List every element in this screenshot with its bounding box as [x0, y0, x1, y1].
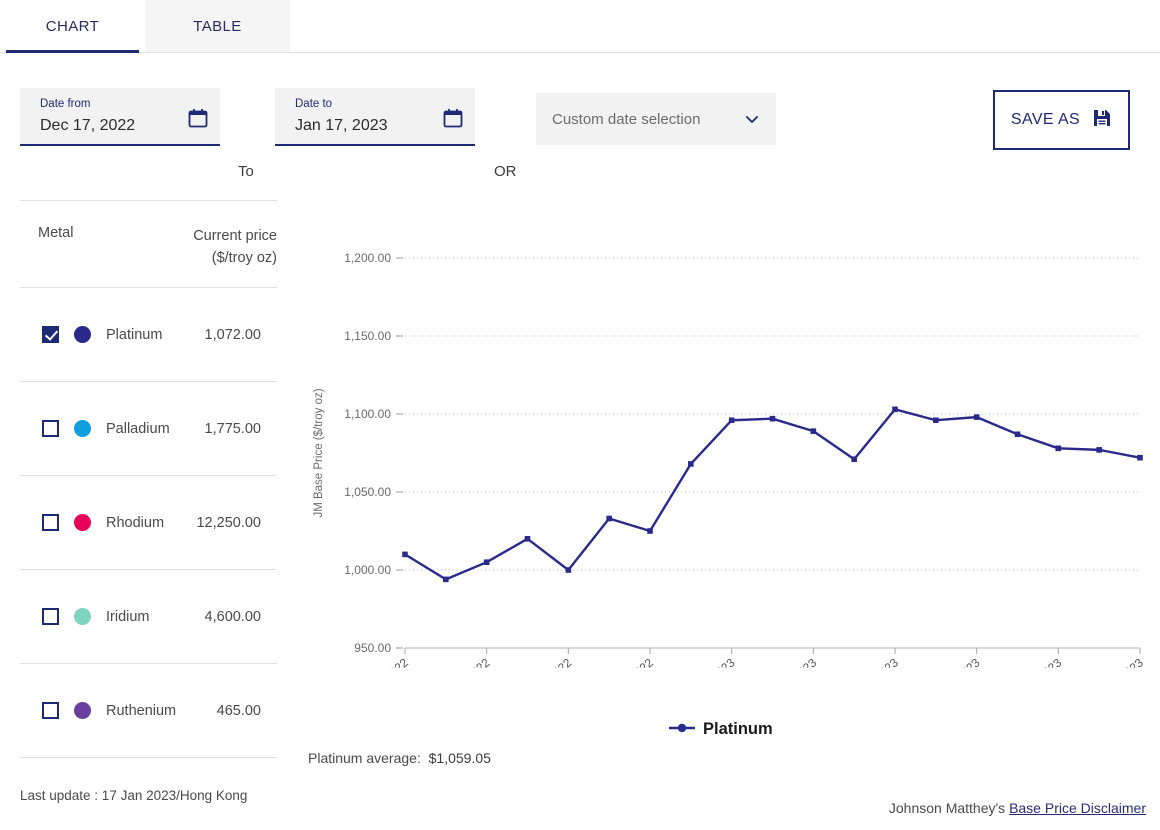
svg-text:9 Jan 2023: 9 Jan 2023	[846, 655, 901, 668]
tab-chart-label: CHART	[46, 18, 99, 35]
svg-text:11 Jan 2023: 11 Jan 2023	[924, 655, 983, 668]
svg-text:3 Jan 2023: 3 Jan 2023	[683, 655, 738, 668]
metal-checkbox-iridium[interactable]	[42, 608, 59, 625]
color-swatch-iridium	[74, 608, 91, 625]
save-as-label: SAVE AS	[1011, 111, 1080, 129]
table-row[interactable]: Platinum 1,072.00	[20, 288, 277, 382]
table-row[interactable]: Ruthenium 465.00	[20, 664, 277, 758]
tab-bar: CHART TABLE	[0, 0, 1160, 53]
metal-checkbox-palladium[interactable]	[42, 420, 59, 437]
svg-text:JM Base Price ($/troy oz): JM Base Price ($/troy oz)	[313, 388, 325, 517]
date-separator-or: OR	[494, 163, 517, 180]
last-update-text: Last update : 17 Jan 2023/Hong Kong	[20, 788, 247, 803]
metal-name: Platinum	[106, 327, 205, 343]
svg-text:950.00: 950.00	[354, 641, 391, 655]
metal-checkbox-rhodium[interactable]	[42, 514, 59, 531]
legend-label-platinum: Platinum	[703, 720, 773, 739]
svg-text:13 Jan 2023: 13 Jan 2023	[1005, 655, 1065, 668]
custom-date-selection-dropdown[interactable]: Custom date selection	[536, 93, 776, 145]
svg-text:23 Dec 2022: 23 Dec 2022	[513, 655, 574, 668]
date-from-field[interactable]: Date from Dec 17, 2022	[20, 88, 220, 146]
tab-chart[interactable]: CHART	[0, 0, 145, 52]
svg-text:1,050.00: 1,050.00	[344, 485, 391, 499]
tab-table[interactable]: TABLE	[145, 0, 290, 52]
average-value: $1,059.05	[429, 750, 491, 766]
table-row[interactable]: Iridium 4,600.00	[20, 570, 277, 664]
table-row[interactable]: Rhodium 12,250.00	[20, 476, 277, 570]
color-swatch-palladium	[74, 420, 91, 437]
color-swatch-ruthenium	[74, 702, 91, 719]
metal-name: Palladium	[106, 421, 205, 437]
metal-table-header: Metal Current price ($/troy oz)	[20, 200, 277, 288]
price-line-chart: 950.00 1,000.00 1,050.00 1,100.00 1,150.00 1,…	[300, 228, 1150, 788]
svg-text:21 Dec 2022: 21 Dec 2022	[431, 655, 492, 668]
metal-price: 12,250.00	[196, 515, 277, 531]
calendar-icon[interactable]	[188, 108, 208, 128]
base-price-disclaimer-link[interactable]: Base Price Disclaimer	[1009, 800, 1146, 816]
svg-text:5 Jan 2023: 5 Jan 2023	[765, 655, 820, 668]
average-label: Platinum average:	[308, 750, 421, 766]
date-to-value: Jan 17, 2023	[295, 113, 463, 139]
svg-text:19 Dec 2022: 19 Dec 2022	[350, 655, 411, 668]
tab-table-label: TABLE	[193, 18, 241, 35]
svg-text:1,100.00: 1,100.00	[344, 407, 391, 421]
date-from-label: Date from	[40, 97, 208, 111]
svg-text:1,000.00: 1,000.00	[344, 563, 391, 577]
disclaimer-prefix: Johnson Matthey's	[889, 800, 1005, 816]
metal-selector-panel: Metal Current price ($/troy oz) Platinum…	[20, 200, 277, 758]
date-separator-to: To	[238, 163, 254, 180]
chevron-down-icon	[744, 111, 760, 127]
svg-text:1,200.00: 1,200.00	[344, 251, 391, 265]
floppy-disk-icon	[1092, 108, 1112, 133]
chart-legend: Platinum	[669, 720, 773, 739]
table-row[interactable]: Palladium 1,775.00	[20, 382, 277, 476]
metal-name: Ruthenium	[106, 703, 217, 719]
metal-column-header: Metal	[20, 225, 73, 269]
date-from-value: Dec 17, 2022	[40, 113, 208, 139]
metal-price: 1,072.00	[205, 327, 277, 343]
price-column-header-line1: Current price	[193, 228, 277, 244]
average-summary: Platinum average: $1,059.05	[308, 750, 491, 766]
svg-text:29 Dec 2022: 29 Dec 2022	[595, 655, 656, 668]
disclaimer-footer: Johnson Matthey's Base Price Disclaimer	[889, 800, 1146, 816]
metal-price: 465.00	[217, 703, 277, 719]
svg-text:17 Jan 2023: 17 Jan 2023	[1086, 655, 1146, 668]
svg-text:1,150.00: 1,150.00	[344, 329, 391, 343]
date-to-label: Date to	[295, 97, 463, 111]
metal-name: Iridium	[106, 609, 205, 625]
metal-price: 1,775.00	[205, 421, 277, 437]
date-controls-bar: Date from Dec 17, 2022 To Date to Jan 17…	[0, 53, 1160, 168]
metal-name: Rhodium	[106, 515, 196, 531]
price-column-header: Current price ($/troy oz)	[193, 225, 277, 269]
legend-marker-platinum	[669, 721, 695, 739]
color-swatch-platinum	[74, 326, 91, 343]
metal-checkbox-platinum[interactable]	[42, 326, 59, 343]
metal-checkbox-ruthenium[interactable]	[42, 702, 59, 719]
date-to-field[interactable]: Date to Jan 17, 2023	[275, 88, 475, 146]
chart-canvas: 950.00 1,000.00 1,050.00 1,100.00 1,150.00 1,…	[300, 228, 1150, 668]
price-column-header-line2: ($/troy oz)	[212, 250, 277, 266]
color-swatch-rhodium	[74, 514, 91, 531]
custom-date-selection-value: Custom date selection	[552, 111, 744, 128]
metal-price: 4,600.00	[205, 609, 277, 625]
calendar-icon[interactable]	[443, 108, 463, 128]
save-as-button[interactable]: SAVE AS	[993, 90, 1130, 150]
